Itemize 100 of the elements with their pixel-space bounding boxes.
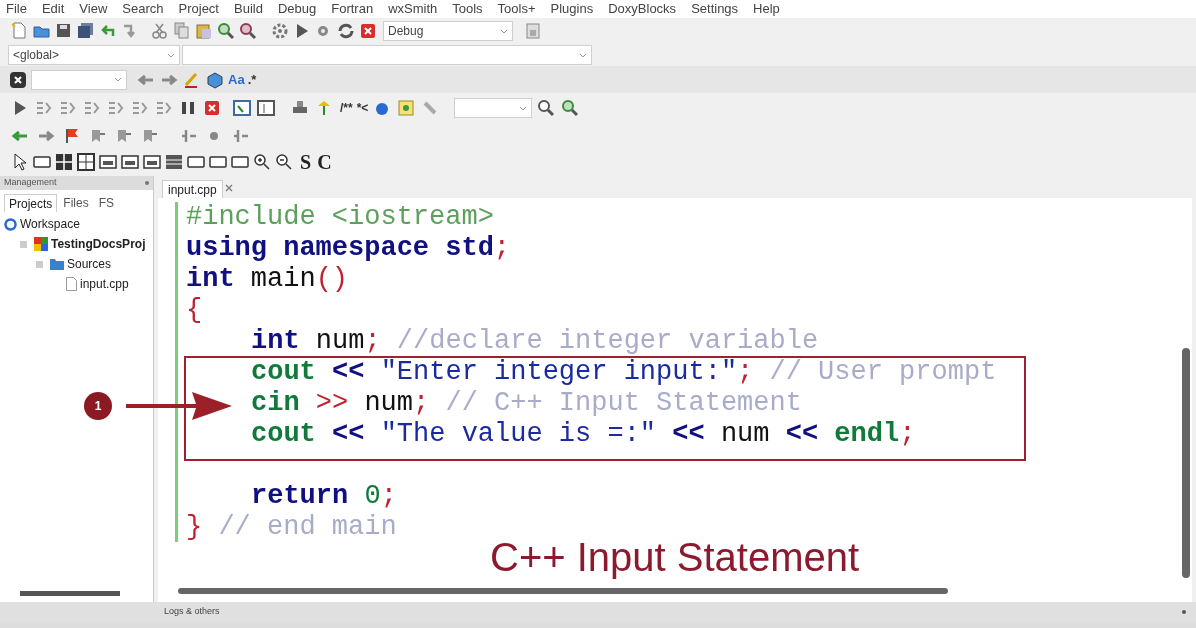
menu-item[interactable]: File	[6, 0, 27, 19]
panel-title: Management	[4, 176, 57, 190]
panel-title: Logs & others	[164, 605, 220, 619]
panel-tab[interactable]: Files	[59, 194, 93, 212]
menu-item[interactable]: Edit	[41, 0, 65, 19]
clipboard-icon[interactable]	[194, 21, 214, 41]
code-token: ;	[413, 388, 430, 418]
toolbar-glyph[interactable]: S	[300, 147, 312, 177]
code-token: "Enter integer input:"	[380, 357, 738, 387]
floppy-stack-icon[interactable]	[76, 21, 96, 41]
code-token: <<	[671, 419, 706, 449]
code-token: 0	[363, 481, 381, 511]
code-token: cout	[251, 357, 316, 387]
code-token: num	[364, 388, 414, 418]
code-token: ;	[899, 419, 916, 449]
toolbar-glyph[interactable]: Aa	[228, 69, 245, 90]
code-token: cin	[251, 388, 300, 418]
code-editor[interactable]	[158, 198, 1192, 602]
chevron-down-icon[interactable]	[167, 52, 175, 58]
refresh-icon[interactable]	[336, 21, 356, 41]
tree-item[interactable]: input.cpp	[80, 275, 129, 293]
tree-item[interactable]: TestingDocsProj	[51, 235, 146, 253]
chevron-down-icon[interactable]	[579, 52, 587, 58]
magnifier-icon[interactable]	[238, 21, 258, 41]
code-token: cout	[251, 419, 316, 449]
menu-item[interactable]: wxSmith	[388, 0, 438, 19]
window-icon[interactable]	[256, 98, 276, 118]
magnifier-icon[interactable]	[560, 98, 581, 118]
code-token: int	[186, 264, 235, 294]
code-token: ;	[364, 326, 381, 356]
code-token: {	[186, 295, 203, 325]
menu-item[interactable]: View	[79, 0, 108, 19]
chevron-down-icon[interactable]	[114, 77, 122, 82]
code-token: #include <iostream>	[186, 202, 494, 232]
menu-item[interactable]: Help	[753, 0, 780, 19]
code-token: // User prompt	[768, 357, 997, 387]
magnifier-icon[interactable]	[216, 21, 236, 41]
code-token: ;	[493, 233, 511, 263]
stop-icon[interactable]	[202, 98, 222, 118]
scrollbar-thumb[interactable]	[178, 588, 948, 594]
tree-item[interactable]: Workspace	[20, 215, 80, 233]
code-token: // C++ Input Statement	[444, 388, 802, 418]
code-token: int	[251, 326, 300, 356]
toolbar-glyph[interactable]: *<	[356, 99, 369, 117]
menu-item[interactable]: Search	[122, 0, 164, 19]
code-token: main	[249, 264, 316, 294]
zoom-in-icon[interactable]	[252, 152, 272, 172]
scissors-icon[interactable]	[150, 21, 170, 41]
code-token: ;	[380, 481, 397, 511]
panel-icon[interactable]	[164, 152, 184, 172]
toolbar-glyph[interactable]: /**	[340, 99, 353, 117]
copy-icon[interactable]	[172, 21, 192, 41]
code-token: ()	[315, 264, 349, 294]
chevron-down-icon[interactable]	[519, 105, 528, 111]
project-icon	[34, 237, 48, 251]
scrollbar-thumb[interactable]	[1182, 348, 1190, 578]
code-token: <<	[331, 419, 366, 449]
file-icon	[66, 277, 77, 291]
menu-item[interactable]: DoxyBlocks	[608, 0, 677, 19]
code-token: }	[186, 512, 203, 542]
toolbar-glyph[interactable]: C	[317, 147, 332, 177]
code-token: num	[314, 326, 365, 356]
toolbar-glyph[interactable]: .*	[247, 69, 257, 90]
clipboard-icon[interactable]	[523, 21, 543, 41]
menu-item[interactable]: Build	[234, 0, 263, 19]
chevron-down-icon[interactable]	[500, 28, 508, 34]
build-target-dropdown[interactable]: Debug	[383, 21, 513, 41]
code-token: return	[251, 481, 349, 511]
code-token: endl	[834, 419, 900, 449]
panel-tab[interactable]: Projects	[4, 194, 58, 212]
tree-item[interactable]: Sources	[67, 255, 112, 273]
menu-item[interactable]: Project	[178, 0, 219, 19]
menu-item[interactable]: Fortran	[331, 0, 374, 19]
menu-item[interactable]: Settings	[691, 0, 739, 19]
scope-dropdown[interactable]: <global>	[8, 45, 180, 65]
menu-item[interactable]: Plugins	[550, 0, 594, 19]
folder-icon	[50, 258, 64, 270]
code-token: //declare integer variable	[395, 326, 819, 356]
magnifier-icon[interactable]	[536, 98, 557, 118]
code-token: "The value is =:"	[380, 419, 657, 449]
menu-item[interactable]: Tools	[452, 0, 483, 19]
panel-icon[interactable]	[120, 152, 140, 172]
menu-item[interactable]: Debug	[277, 0, 317, 19]
code-token: >>	[314, 388, 350, 418]
grid-icon[interactable]	[76, 152, 96, 172]
code-token: ;	[737, 357, 754, 387]
scrollbar-thumb[interactable]	[20, 590, 120, 596]
code-token: <<	[331, 357, 366, 387]
code-token: // end main	[217, 512, 397, 542]
stop-icon[interactable]	[358, 21, 378, 41]
workspace-icon	[4, 217, 17, 231]
editor-tab[interactable]: input.cpp	[162, 180, 223, 198]
window-icon[interactable]	[232, 98, 252, 118]
code-token: num	[720, 419, 770, 449]
panel-tab[interactable]: FS	[94, 194, 119, 212]
panel-icon[interactable]	[98, 152, 118, 172]
caption: C++ Input Statement	[490, 534, 860, 581]
zoom-out-icon[interactable]	[274, 152, 294, 172]
panel-icon[interactable]	[142, 152, 162, 172]
menu-item[interactable]: Tools+	[497, 0, 536, 19]
